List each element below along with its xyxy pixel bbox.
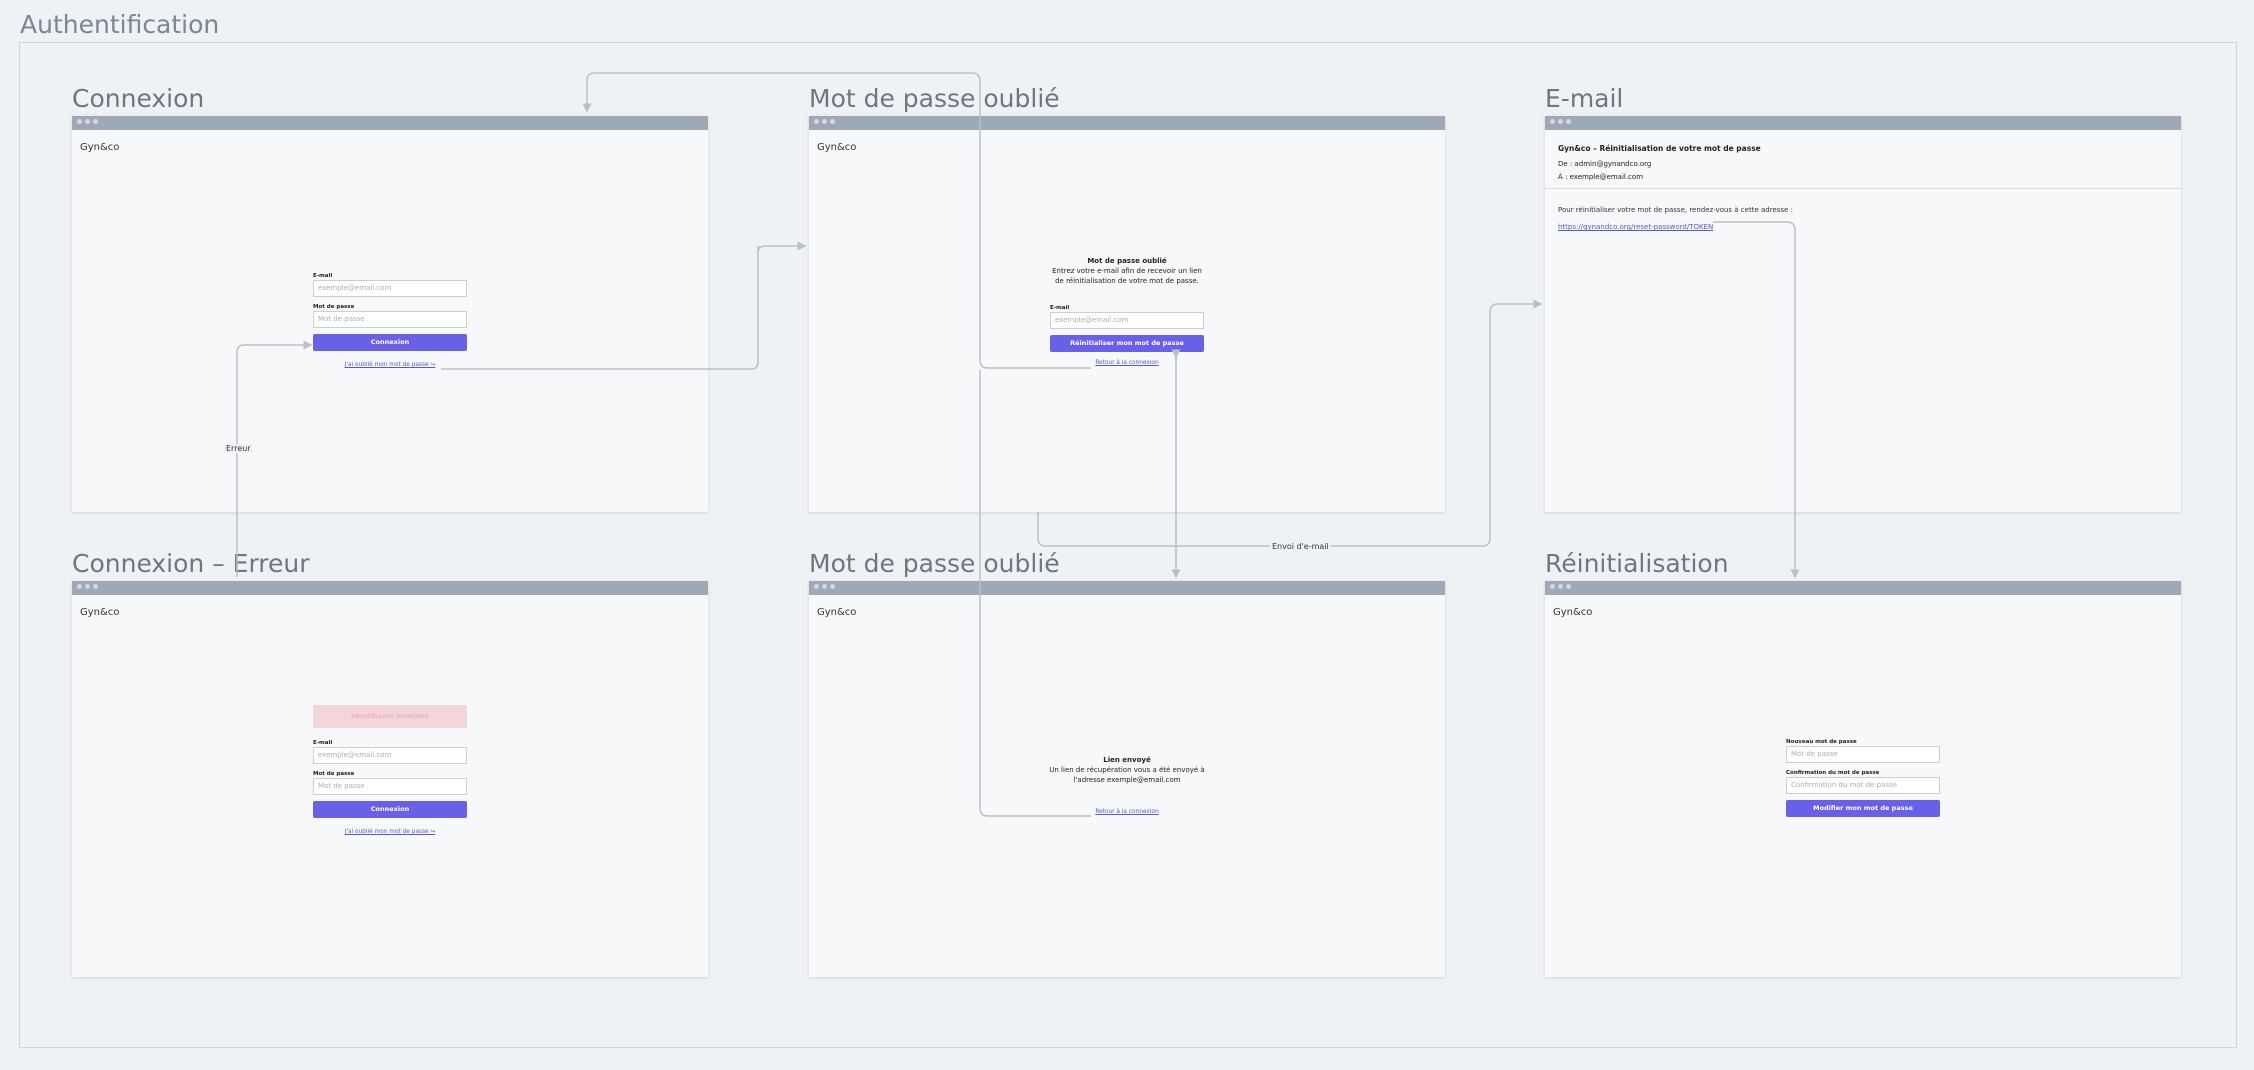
- flow-connectors: [236, 72, 1800, 817]
- connector-email-reset: [1713, 221, 1800, 579]
- connector-error: [236, 340, 313, 577]
- connector-back-from-sent: [979, 370, 1091, 817]
- connector-send-email: [1037, 299, 1543, 547]
- connector-forgot-entry: [757, 241, 807, 254]
- edge-label-send-email: Envoi d'e-mail: [1270, 542, 1331, 551]
- connector-forgot: [441, 246, 759, 370]
- connector-back-loop: [582, 72, 1091, 369]
- edge-label-error: Erreur: [224, 444, 253, 453]
